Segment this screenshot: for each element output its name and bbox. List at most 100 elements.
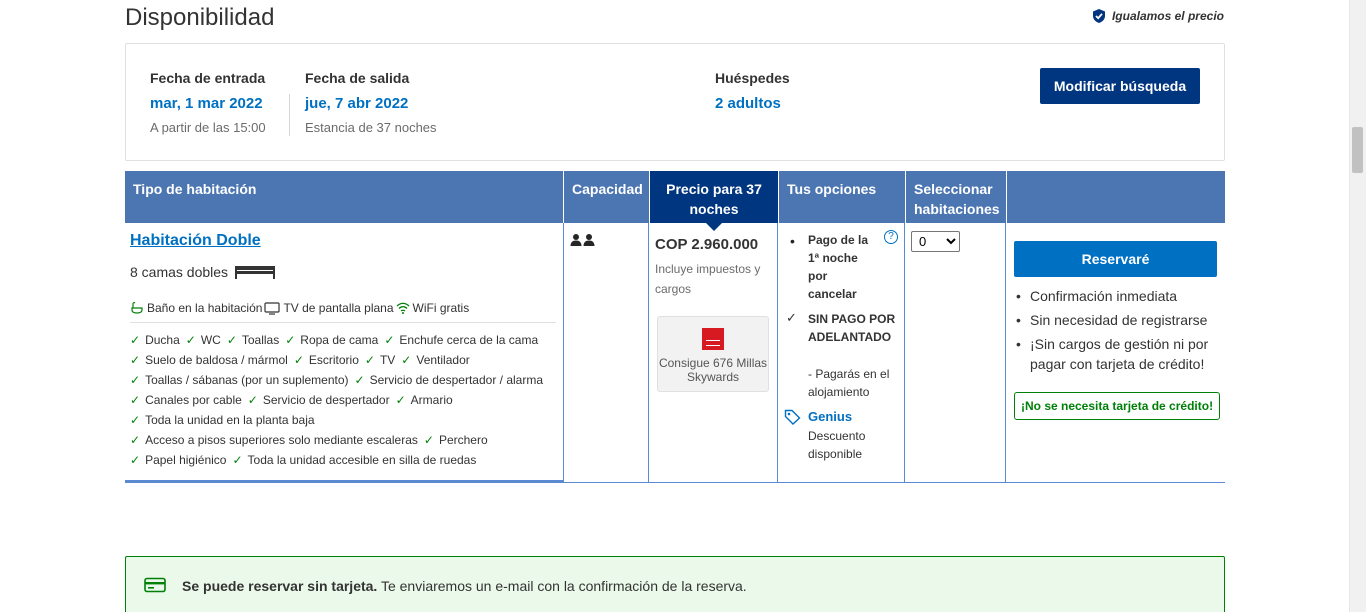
facility-item: Ducha (130, 333, 180, 347)
no-card-badge: ¡No se necesita tarjeta de crédito! (1014, 392, 1221, 420)
credit-card-icon (144, 577, 166, 593)
wifi-icon (396, 302, 409, 314)
tag-icon (784, 409, 801, 425)
facilities-list: Ducha WC Toallas Ropa de cama Enchufe cerca … (130, 330, 560, 470)
row-divider (1005, 482, 1225, 483)
th-price: Precio para 37 noches (649, 171, 778, 231)
bath-icon (131, 301, 143, 314)
scrollbar-thumb[interactable] (1352, 127, 1363, 173)
checkout-sub: Estancia de 37 noches (305, 120, 437, 135)
facility-item: Ropa de cama (285, 333, 378, 347)
genius-discount: Descuento disponible (808, 429, 866, 461)
facility-item: WC (186, 333, 221, 347)
th-price-label: Precio para 37 noches (666, 181, 762, 217)
amenity-wifi-label: WiFi gratis (412, 301, 470, 315)
miles-text: Consigue 676 Millas Skywards (658, 356, 768, 384)
facility-item: Armario (396, 393, 453, 407)
checkin-label: Fecha de entrada (150, 70, 266, 86)
col-divider (1005, 223, 1006, 483)
no-card-banner: Se puede reservar sin tarjeta. Te enviar… (125, 556, 1225, 612)
amenity-tv: TV de pantalla plana (264, 301, 394, 315)
row-divider (563, 482, 1005, 483)
col-divider (777, 223, 778, 483)
th-capacity: Capacidad (563, 171, 649, 223)
col-divider (563, 223, 564, 483)
facility-item: Suelo de baldosa / mármol (130, 353, 288, 367)
tv-icon (264, 302, 281, 315)
search-summary: Fecha de entrada mar, 1 mar 2022 A parti… (125, 43, 1225, 161)
facility-item: Ventilador (401, 353, 469, 367)
reserve-button[interactable]: Reservaré (1014, 241, 1217, 277)
th-select: Seleccionar habitaciones (905, 171, 1006, 223)
th-options: Tus opciones (778, 171, 905, 223)
facilities-line: Acceso a pisos superiores solo mediante … (130, 430, 560, 450)
price-amount: COP 2.960.000 (655, 236, 759, 253)
facilities-line: Papel higiénico Toda la unidad accesible … (130, 450, 560, 470)
facility-item: Toallas / sábanas (por un suplemento) (130, 373, 349, 387)
no-prepayment-note: - Pagarás en el alojamiento (808, 367, 890, 399)
top-amenities: Baño en la habitación TV de pantalla pla… (130, 301, 471, 315)
page-title: Disponibilidad (125, 4, 275, 31)
facility-item: Canales por cable (130, 393, 242, 407)
facilities-line: Canales por cable Servicio de despertador… (130, 390, 560, 410)
sort-arrow (706, 223, 722, 231)
check-icon: ✓ (786, 310, 797, 325)
bullet: • (790, 233, 795, 249)
col-divider (648, 223, 649, 483)
help-icon[interactable]: ? (884, 230, 898, 244)
guests-field[interactable]: Huéspedes 2 adultos (715, 70, 790, 112)
shield-check-icon (1092, 9, 1105, 23)
facility-item: Toda la unidad accesible en silla de rue… (232, 453, 476, 467)
skywards-miles-box: Consigue 676 Millas Skywards (657, 316, 769, 392)
col-divider (904, 223, 905, 483)
facility-item: Escritorio (294, 353, 359, 367)
banner-text: Te enviaremos un e-mail con la confirmac… (377, 578, 747, 594)
room-quantity-select[interactable]: 0 (911, 231, 960, 252)
checkout-field[interactable]: Fecha de salida jue, 7 abr 2022 Estancia… (305, 70, 437, 135)
checkout-value[interactable]: jue, 7 abr 2022 (305, 95, 437, 112)
cancel-policy: Pago de la 1ª noche por cancelar (808, 233, 869, 301)
facilities-line: Toallas / sábanas (por un suplemento) Ser… (130, 370, 560, 390)
two-persons-icon (570, 234, 595, 246)
price-match-label: Igualamos el precio (1111, 9, 1224, 23)
checkout-label: Fecha de salida (305, 70, 410, 86)
row-divider (125, 480, 563, 483)
facility-item: Perchero (424, 433, 488, 447)
room-name-link[interactable]: Habitación Doble (130, 232, 261, 250)
facility-item: Toallas (227, 333, 279, 347)
field-divider (289, 94, 290, 136)
guests-label: Huéspedes (715, 70, 790, 86)
facilities-line: Ducha WC Toallas Ropa de cama Enchufe cerca … (130, 330, 560, 350)
amenity-divider (130, 322, 556, 323)
guests-value[interactable]: 2 adultos (715, 95, 790, 112)
facility-item: Servicio de despertador (248, 393, 390, 407)
genius-label: Genius (808, 409, 853, 424)
facility-item: Enchufe cerca de la cama (384, 333, 538, 347)
modify-search-button[interactable]: Modificar búsqueda (1040, 68, 1200, 104)
th-room-type: Tipo de habitación (133, 181, 257, 197)
facility-item: Acceso a pisos superiores solo mediante … (130, 433, 418, 447)
emirates-logo-icon (702, 328, 724, 350)
checkin-value[interactable]: mar, 1 mar 2022 (150, 95, 266, 112)
facilities-line: Suelo de baldosa / mármol Escritorio TV Ven… (130, 350, 560, 370)
amenity-tv-label: TV de pantalla plana (283, 301, 394, 315)
benefit-item: ¡Sin cargos de gestión ni por pagar con … (1014, 334, 1219, 374)
price-match-link[interactable]: Igualamos el precio (1091, 8, 1224, 24)
amenity-wifi: WiFi gratis (396, 301, 470, 315)
facility-item: Toda la unidad en la planta baja (130, 413, 315, 427)
no-prepayment: SIN PAGO POR ADELANTADO (808, 312, 896, 344)
facility-item: Servicio de despertador / alarma (355, 373, 543, 387)
th-reserve (1006, 171, 1225, 223)
benefit-item: Sin necesidad de registrarse (1014, 310, 1219, 330)
beds-label: 8 camas dobles (130, 264, 229, 280)
amenity-bath-label: Baño en la habitación (147, 301, 263, 315)
banner-message: Se puede reservar sin tarjeta. Te enviar… (182, 578, 747, 594)
banner-bold: Se puede reservar sin tarjeta. (182, 578, 378, 594)
bed-icon (235, 266, 276, 279)
facility-item: TV (365, 353, 395, 367)
page-scrollbar[interactable] (1349, 0, 1366, 612)
price-note: Incluye impuestos y cargos (655, 262, 761, 296)
beds-info: 8 camas dobles (130, 264, 276, 280)
reserve-benefits: Confirmación inmediata Sin necesidad de … (1014, 286, 1219, 378)
checkin-field[interactable]: Fecha de entrada mar, 1 mar 2022 A parti… (150, 70, 266, 135)
